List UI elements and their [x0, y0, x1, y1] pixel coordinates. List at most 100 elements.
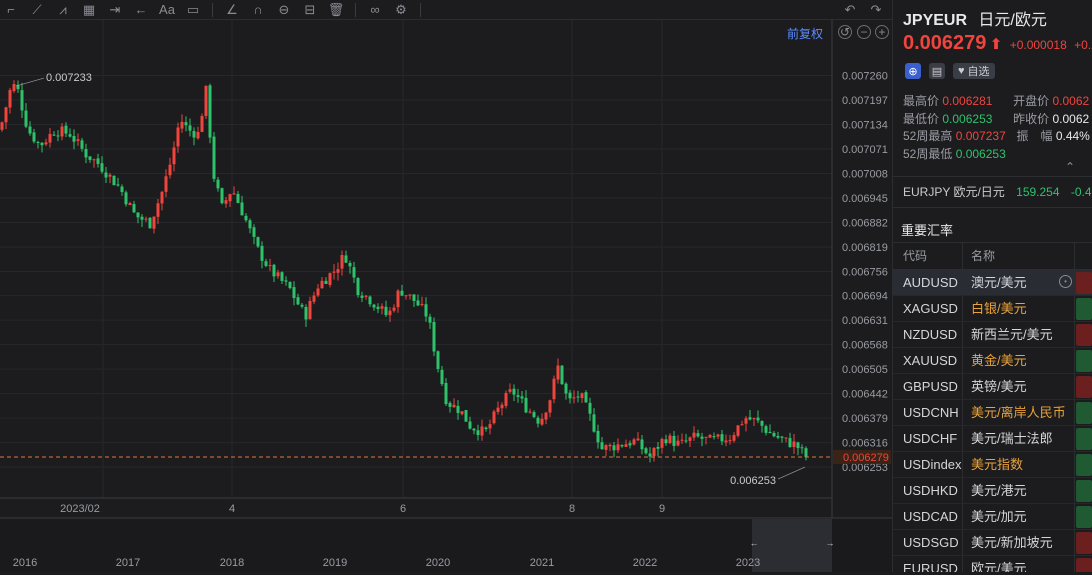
candle-body [608, 444, 612, 447]
candle-body [356, 278, 360, 296]
candle-body [320, 280, 324, 289]
rates-title: 重要汇率 [901, 223, 954, 238]
candle-body [540, 418, 544, 425]
rate-row[interactable]: USDCNH 美元/离岸人民币 [893, 400, 1092, 426]
add-watchlist-button[interactable]: ♥ 自选 [953, 63, 995, 79]
amplitude-label: 振 幅 [1016, 129, 1053, 143]
rate-row[interactable]: USDHKD 美元/港元 [893, 478, 1092, 504]
comment-icon[interactable]: ▭ [184, 1, 202, 19]
candle-body [588, 402, 592, 414]
candlestick-chart[interactable]: 0.007260 0.007197 0.007134 0.007071 0.007008… [0, 20, 892, 572]
candle-body [752, 418, 756, 420]
rate-trend-bar [1076, 297, 1092, 320]
multi-line-icon[interactable]: ⩘ [54, 1, 72, 19]
rate-row[interactable]: GBPUSD 英镑/美元 [893, 374, 1092, 400]
y-tick-label: 0.006631 [842, 315, 888, 327]
candle-body [84, 149, 88, 158]
crosshair-icon[interactable]: ⌐ [2, 1, 20, 19]
candle-body [468, 421, 472, 429]
candle-body [796, 442, 800, 449]
candle-body [632, 439, 636, 445]
reset-icon[interactable]: ↺ [838, 25, 852, 39]
eye-icon[interactable]: ⊖ [275, 1, 293, 19]
arrow-icon[interactable]: ← [132, 1, 150, 19]
candle-body [584, 392, 588, 403]
fibonacci-icon[interactable]: ▦ [80, 1, 98, 19]
candle-body [804, 448, 808, 458]
candle-body [252, 227, 256, 237]
overview-tick-label: 2016 [13, 557, 37, 569]
settings-icon[interactable]: ⚙ [392, 1, 410, 19]
last-price: 0.006279 [903, 32, 987, 54]
price-adjust-button[interactable]: 前复权 [787, 25, 823, 42]
collapse-icon[interactable]: ⌃ [1065, 160, 1075, 174]
candle-body [624, 444, 628, 447]
candle-body [180, 121, 184, 129]
candle-body [396, 290, 400, 308]
candle-body [640, 439, 644, 450]
candle-body [76, 139, 80, 141]
rate-row[interactable]: NZDUSD 新西兰元/美元 [893, 322, 1092, 348]
y-tick-label: 0.006379 [842, 413, 888, 425]
quote-actions: ⊕ ▤ ♥ 自选 [905, 63, 995, 79]
related-quote[interactable]: EURJPY 欧元/日元 159.254 -0.4 [893, 176, 1092, 208]
price-change-pct: +0.2 [1074, 38, 1092, 52]
undo-icon[interactable]: ↶ [841, 1, 859, 19]
candle-body [48, 133, 52, 143]
candle-body [760, 421, 764, 426]
candle-body [536, 417, 540, 424]
magnet-icon[interactable]: ∩ [249, 1, 267, 19]
candle-body [688, 437, 692, 441]
low-value: 0.006253 [942, 111, 993, 126]
row-menu-icon[interactable]: • [1059, 275, 1072, 288]
rate-row[interactable]: EURUSD 欧元/美元 [893, 556, 1092, 572]
link-icon[interactable]: ∞ [366, 1, 384, 19]
candle-body [336, 269, 340, 273]
rate-row[interactable]: XAUUSD 黄金/美元 [893, 348, 1092, 374]
candle-body [548, 400, 552, 413]
chart-canvas[interactable]: 0.007260 0.007197 0.007134 0.007071 0.007008… [0, 20, 892, 572]
rate-row[interactable]: AUDUSD 澳元/美元 • [893, 270, 1092, 296]
measure-icon[interactable]: ⇥ [106, 1, 124, 19]
rates-table: 代码 名称 AUDUSD 澳元/美元 • XAGUSD 白银/美元 NZDUSD 新西兰元/… [893, 242, 1092, 572]
zoom-in-icon[interactable]: + [875, 25, 889, 39]
rate-row[interactable]: USDSGD 美元/新加坡元 [893, 530, 1092, 556]
related-quote-label: EURJPY 欧元/日元 [903, 185, 1005, 199]
overview-window [752, 519, 832, 572]
candle-body [380, 306, 384, 309]
candle-body [152, 216, 156, 229]
candle-body [112, 175, 116, 186]
delete-icon[interactable]: 🗑 [327, 1, 345, 19]
rate-name: 白银/美元 [963, 296, 1075, 321]
overview-tick-label: 2019 [323, 557, 347, 569]
rate-row[interactable]: USDindex 美元指数 [893, 452, 1092, 478]
candle-body [664, 439, 668, 444]
y-tick-label: 0.006442 [842, 389, 888, 401]
prev-close-value: 0.0062 [1052, 111, 1090, 126]
note-icon[interactable]: ▤ [929, 63, 945, 79]
ruler-icon[interactable]: ∠ [223, 1, 241, 19]
zoom-out-icon[interactable]: − [857, 25, 871, 39]
candle-body [704, 436, 708, 438]
heart-icon: ♥ [958, 65, 965, 77]
rate-code: NZDUSD [893, 322, 963, 347]
candle-body [280, 272, 284, 281]
rate-trend-bar [1076, 505, 1092, 528]
rate-row[interactable]: XAGUSD 白银/美元 [893, 296, 1092, 322]
trendline-icon[interactable]: ⟋ [28, 1, 46, 19]
y-tick-label: 0.007260 [842, 71, 888, 83]
redo-icon[interactable]: ↷ [867, 1, 885, 19]
rate-trend-bar [1076, 401, 1092, 424]
candle-body [256, 237, 260, 247]
rate-row[interactable]: USDCAD 美元/加元 [893, 504, 1092, 530]
globe-icon[interactable]: ⊕ [905, 63, 921, 79]
lock-icon[interactable]: ⊟ [301, 1, 319, 19]
col-name: 名称 [963, 243, 1075, 269]
y-tick-label: 0.007134 [842, 120, 888, 132]
rate-row[interactable]: USDCHF 美元/瑞士法郎 [893, 426, 1092, 452]
candle-body [696, 433, 700, 437]
symbol: JPYEUR [903, 12, 968, 29]
candle-body [56, 135, 60, 137]
text-tool-icon[interactable]: Aa [158, 1, 176, 19]
candle-body [384, 306, 388, 316]
